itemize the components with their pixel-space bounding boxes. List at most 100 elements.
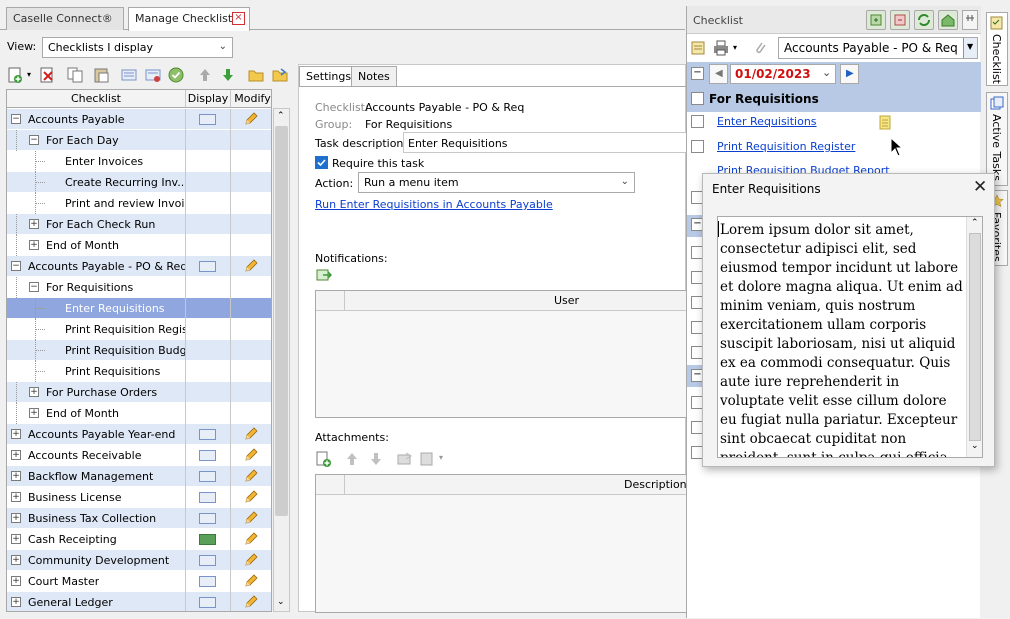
task-description-input[interactable]: Enter Requisitions [403, 132, 687, 153]
expand-toggle-icon[interactable]: − [11, 114, 21, 124]
display-icon[interactable] [199, 450, 216, 461]
home-button[interactable] [938, 10, 958, 30]
display-icon[interactable] [199, 261, 216, 272]
new-icon[interactable] [6, 66, 24, 84]
folder-icon[interactable] [247, 66, 265, 84]
expand-toggle-icon[interactable]: + [11, 429, 21, 439]
display-icon[interactable] [199, 114, 216, 125]
table-row[interactable]: − For Requisitions [7, 277, 271, 298]
column-header-display[interactable]: Display [186, 90, 231, 108]
tab-caselle-connect[interactable]: Caselle Connect® [6, 7, 124, 30]
close-icon[interactable]: ✕ [973, 177, 987, 197]
down-arrow-icon[interactable] [219, 66, 237, 84]
group-checkbox[interactable] [691, 92, 704, 105]
table-row[interactable]: Print and review Invoi... [7, 193, 271, 214]
chevron-down-icon[interactable]: ⌄ [822, 66, 831, 79]
display-icon[interactable] [199, 429, 216, 440]
table-row[interactable]: − Accounts Payable - PO & Req [7, 256, 271, 277]
table-row[interactable]: + End of Month [7, 403, 271, 424]
expand-toggle-icon[interactable]: + [11, 555, 21, 565]
checklist-notes-icon[interactable] [690, 39, 708, 57]
pencil-icon[interactable] [243, 573, 259, 589]
expand-toggle-icon[interactable]: + [11, 534, 21, 544]
pencil-icon[interactable] [243, 447, 259, 463]
expand-toggle-icon[interactable]: + [11, 576, 21, 586]
item-link[interactable]: Print Requisition Register [717, 140, 855, 153]
expand-toggle-icon[interactable]: + [11, 471, 21, 481]
checklist-select[interactable]: Accounts Payable - PO & Req ▼ [778, 37, 978, 59]
attachment-icon[interactable] [752, 39, 768, 57]
tab-manage-checklists[interactable]: Manage Checklists × [128, 7, 250, 31]
display-icon[interactable] [199, 492, 216, 503]
scroll-thumb[interactable] [969, 233, 981, 441]
note-icon[interactable] [879, 115, 891, 130]
display-icon[interactable] [199, 555, 216, 566]
down-arrow-icon[interactable] [369, 451, 383, 467]
scroll-up-icon[interactable]: ⌃ [277, 111, 285, 121]
up-arrow-icon[interactable] [345, 451, 359, 467]
pencil-icon[interactable] [243, 531, 259, 547]
scroll-down-icon[interactable]: ⌄ [277, 597, 285, 607]
pencil-icon[interactable] [243, 258, 259, 274]
display-icon[interactable] [199, 513, 216, 524]
display-icon[interactable] [199, 471, 216, 482]
table-row[interactable]: Create Recurring Inv... [7, 172, 271, 193]
table-row[interactable]: + End of Month [7, 235, 271, 256]
item-link[interactable]: Print Requisition Budget Report [717, 164, 890, 173]
column-header-user[interactable]: User [554, 294, 579, 307]
add-attachment-icon[interactable] [315, 451, 332, 468]
column-header-modify[interactable]: Modify [231, 90, 271, 108]
expand-toggle-icon[interactable]: + [29, 240, 39, 250]
table-row[interactable]: + Cash Receipting [7, 529, 271, 550]
item-checkbox[interactable] [691, 115, 704, 128]
item-checkbox[interactable] [691, 140, 704, 153]
dropdown-icon[interactable]: ▾ [439, 453, 443, 462]
column-header-description[interactable]: Description [624, 478, 687, 491]
print-dropdown-icon[interactable]: ▾ [733, 43, 737, 52]
up-arrow-icon[interactable] [196, 66, 214, 84]
table-row[interactable]: + Community Development [7, 550, 271, 571]
display-icon[interactable] [199, 597, 216, 608]
require-task-checkbox[interactable] [315, 156, 328, 169]
side-tab-checklist[interactable]: Checklist [986, 12, 1008, 86]
expand-toggle-icon[interactable]: + [29, 408, 39, 418]
collapse-button[interactable] [890, 10, 910, 30]
note-text-area[interactable]: Lorem ipsum dolor sit amet, consectetur … [717, 216, 983, 458]
collapse-all-toggle[interactable]: − [691, 67, 704, 80]
pencil-icon[interactable] [243, 426, 259, 442]
display-icon[interactable] [120, 66, 138, 84]
new-dropdown-icon[interactable]: ▾ [27, 70, 31, 79]
expand-toggle-icon[interactable]: + [11, 492, 21, 502]
refresh-button[interactable] [914, 10, 934, 30]
expand-button[interactable] [866, 10, 886, 30]
print-icon[interactable] [712, 39, 730, 57]
expand-toggle-icon[interactable]: + [29, 387, 39, 397]
expand-toggle-icon[interactable]: + [11, 450, 21, 460]
remove-attachment-icon[interactable] [419, 451, 436, 467]
close-tab-icon[interactable]: × [232, 12, 245, 25]
pencil-icon[interactable] [243, 552, 259, 568]
pencil-icon[interactable] [243, 510, 259, 526]
side-tab-active-tasks[interactable]: Active Tasks [986, 92, 1008, 186]
table-row[interactable]: − Accounts Payable [7, 109, 271, 130]
pencil-icon[interactable] [243, 594, 259, 610]
note-scrollbar[interactable]: ⌃ ⌄ [966, 217, 982, 457]
table-row[interactable]: − For Each Day [7, 130, 271, 151]
expand-toggle-icon[interactable]: + [11, 597, 21, 607]
table-row[interactable]: + For Purchase Orders [7, 382, 271, 403]
expand-toggle-icon[interactable]: + [29, 219, 39, 229]
display-icon[interactable] [199, 534, 216, 545]
table-row[interactable]: + Business License [7, 487, 271, 508]
column-header-checklist[interactable]: Checklist [7, 90, 186, 108]
scroll-up-icon[interactable]: ⌃ [971, 218, 979, 228]
table-row[interactable]: + Backflow Management [7, 466, 271, 487]
delete-icon[interactable] [38, 66, 56, 84]
dropdown-button[interactable]: ▼ [963, 38, 977, 58]
open-attachment-icon[interactable] [397, 451, 414, 467]
next-date-button[interactable]: ▶ [840, 64, 859, 84]
table-row[interactable]: Print Requisition Budg... [7, 340, 271, 361]
expand-toggle-icon[interactable]: − [29, 135, 39, 145]
pin-button[interactable] [962, 10, 978, 30]
check-icon[interactable] [167, 66, 185, 84]
add-notification-icon[interactable] [316, 268, 332, 282]
